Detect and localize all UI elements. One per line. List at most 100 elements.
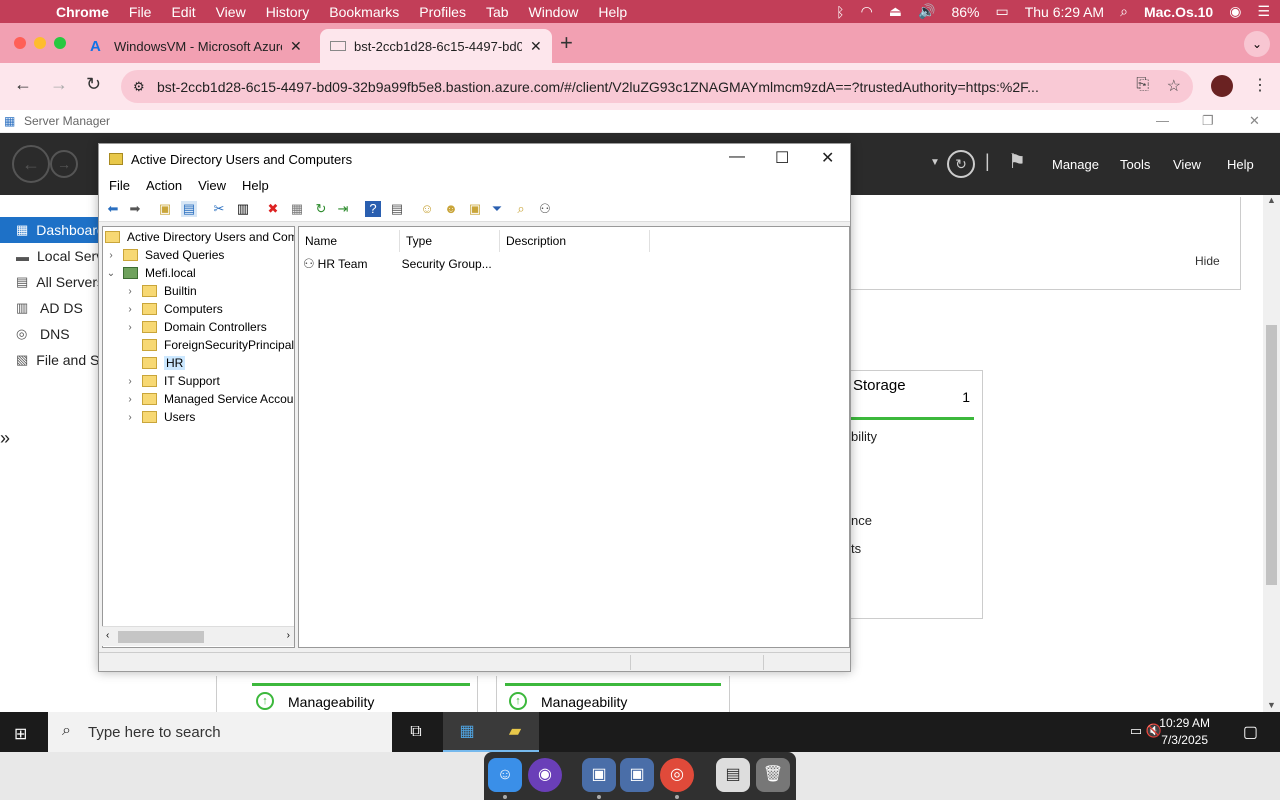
forward-icon[interactable]: ➡: [127, 201, 143, 217]
find-icon[interactable]: ⌕: [513, 201, 529, 217]
tab-search-button[interactable]: ⌄: [1244, 31, 1270, 57]
cut-icon[interactable]: ✂: [211, 201, 227, 217]
column-header-name[interactable]: Name: [299, 230, 400, 252]
notifications-flag-icon[interactable]: ⚑: [1008, 149, 1026, 174]
chevron-right-icon[interactable]: ›: [124, 304, 136, 315]
new-tab-button[interactable]: +: [560, 30, 573, 56]
tree-domain-controllers[interactable]: › Domain Controllers: [124, 318, 266, 336]
siri-icon[interactable]: ◉: [528, 758, 562, 792]
new-user-icon[interactable]: ☺: [419, 201, 435, 217]
scroll-down-icon[interactable]: ▼: [1267, 700, 1276, 710]
eject-icon[interactable]: ⏏: [889, 3, 902, 20]
chevron-right-icon[interactable]: ›: [124, 322, 136, 333]
storage-line[interactable]: bility: [851, 429, 877, 444]
chevron-right-icon[interactable]: ›: [124, 286, 136, 297]
column-header-type[interactable]: Type: [400, 230, 500, 252]
nav-dns[interactable]: ◎ DNS: [0, 321, 100, 347]
nav-file-storage[interactable]: ▧ File and Storage Services: [0, 347, 100, 373]
help-icon[interactable]: ?: [365, 201, 381, 217]
close-tab-icon[interactable]: ✕: [530, 38, 542, 55]
task-view-icon[interactable]: ⧉: [392, 712, 440, 752]
tree-horizontal-scrollbar[interactable]: ‹ ›: [102, 626, 294, 646]
tree-builtin[interactable]: › Builtin: [124, 282, 196, 300]
virtualbox-icon[interactable]: ▣: [582, 758, 616, 792]
aduc-menu-view[interactable]: View: [198, 178, 226, 193]
profile-avatar[interactable]: [1211, 75, 1233, 97]
nav-ad-ds[interactable]: ▥ AD DS: [0, 295, 100, 321]
storage-tile[interactable]: Storage 1 bility nce ts: [851, 370, 983, 619]
chrome-icon[interactable]: ◎: [660, 758, 694, 792]
windows-start-icon[interactable]: ⊞: [14, 724, 27, 744]
list-row[interactable]: ⚇ HR Team Security Group...: [303, 255, 502, 273]
spotlight-search-icon[interactable]: ⌕: [1120, 3, 1128, 20]
close-window-button[interactable]: [14, 37, 26, 49]
wifi-icon[interactable]: ◠: [861, 3, 873, 20]
close-tab-icon[interactable]: ✕: [290, 38, 302, 55]
delete-icon[interactable]: ✖: [265, 201, 281, 217]
add-to-group-icon[interactable]: ⚇: [537, 201, 553, 217]
control-center-icon[interactable]: ☰: [1257, 3, 1270, 20]
back-icon[interactable]: ⬅: [105, 201, 121, 217]
chrome-menu-icon[interactable]: ⋮: [1252, 75, 1268, 95]
action-pane-icon[interactable]: ▤: [389, 201, 405, 217]
tree-it-support[interactable]: › IT Support: [124, 372, 219, 390]
menu-tab[interactable]: Tab: [486, 4, 509, 20]
menu-help[interactable]: Help: [598, 4, 627, 20]
tree-users[interactable]: › Users: [124, 408, 195, 426]
scroll-left-icon[interactable]: ‹: [106, 630, 109, 641]
storage-line[interactable]: ts: [851, 541, 861, 556]
aduc-close-icon[interactable]: ✕: [821, 148, 834, 168]
manageability-tile[interactable]: ↑ Manageability: [496, 676, 730, 712]
tree-managed-service-accounts[interactable]: › Managed Service Accounts: [124, 390, 294, 408]
menu-edit[interactable]: Edit: [171, 4, 195, 20]
network-volume-tray-icon[interactable]: ▭ 🔇: [1130, 723, 1162, 739]
user-avatar-icon[interactable]: ◉: [1229, 3, 1241, 20]
tree-root[interactable]: Active Directory Users and Computers: [105, 228, 294, 246]
scroll-up-icon[interactable]: ▲: [1267, 195, 1276, 205]
preview-icon[interactable]: ▤: [716, 758, 750, 792]
sm-menu-tools[interactable]: Tools: [1120, 157, 1150, 172]
finder-icon[interactable]: ☺: [488, 758, 522, 792]
windows-search-box[interactable]: ⌕ Type here to search: [48, 712, 392, 752]
chevron-down-icon[interactable]: ⌄: [105, 268, 117, 279]
new-ou-icon[interactable]: ▣: [467, 201, 483, 217]
reload-icon[interactable]: ↻: [86, 74, 101, 95]
bluetooth-icon[interactable]: ᛒ: [836, 4, 844, 20]
show-hide-tree-icon[interactable]: ▤: [181, 201, 197, 217]
sm-restore-icon[interactable]: ❐: [1202, 113, 1214, 129]
expand-arrows-icon[interactable]: »: [0, 428, 10, 449]
back-arrow-icon[interactable]: ←: [14, 74, 32, 95]
aduc-menu-file[interactable]: File: [109, 178, 130, 193]
chevron-right-icon[interactable]: ›: [124, 394, 136, 405]
scroll-thumb[interactable]: [118, 631, 204, 643]
aduc-taskbar-icon[interactable]: ▰: [491, 712, 539, 752]
chevron-right-icon[interactable]: ›: [105, 250, 117, 261]
aduc-menu-action[interactable]: Action: [146, 178, 182, 193]
chevron-right-icon[interactable]: ›: [124, 376, 136, 387]
address-bar[interactable]: ⚙ bst-2ccb1d28-6c15-4497-bd09-32b9a99fb5…: [121, 70, 1193, 103]
column-header-description[interactable]: Description: [500, 230, 650, 252]
filter-icon[interactable]: ⏷: [489, 201, 505, 217]
scroll-thumb[interactable]: [1266, 325, 1277, 585]
aduc-maximize-icon[interactable]: ☐: [775, 148, 789, 168]
battery-icon[interactable]: ▭: [995, 3, 1008, 20]
vertical-scrollbar[interactable]: ▲ ▼: [1263, 195, 1280, 712]
menu-history[interactable]: History: [266, 4, 310, 20]
menu-window[interactable]: Window: [529, 4, 579, 20]
new-group-icon[interactable]: ☻: [443, 201, 459, 217]
aduc-minimize-icon[interactable]: —: [729, 148, 745, 166]
nav-local-server[interactable]: ▬ Local Server: [0, 243, 100, 269]
refresh-icon[interactable]: ↻: [313, 201, 329, 217]
tree-saved-queries[interactable]: › Saved Queries: [105, 246, 224, 264]
virtualbox-icon[interactable]: ▣: [620, 758, 654, 792]
minimize-window-button[interactable]: [34, 37, 46, 49]
volume-icon[interactable]: 🔊: [918, 3, 935, 20]
windows-clock[interactable]: 10:29 AM 7/3/2025: [1159, 715, 1210, 749]
sm-menu-manage[interactable]: Manage: [1052, 157, 1099, 172]
menu-bookmarks[interactable]: Bookmarks: [329, 4, 399, 20]
paste-icon[interactable]: ▥: [235, 201, 251, 217]
remote-desktop[interactable]: ▦ Server Manager — ❐ ✕ ← → ▼ ↻ | ⚑ Manag…: [0, 110, 1280, 712]
tree-foreign-security-principals[interactable]: ForeignSecurityPrincipals: [124, 336, 294, 354]
zoom-window-button[interactable]: [54, 37, 66, 49]
menubar-clock[interactable]: Thu 6:29 AM: [1025, 4, 1104, 20]
